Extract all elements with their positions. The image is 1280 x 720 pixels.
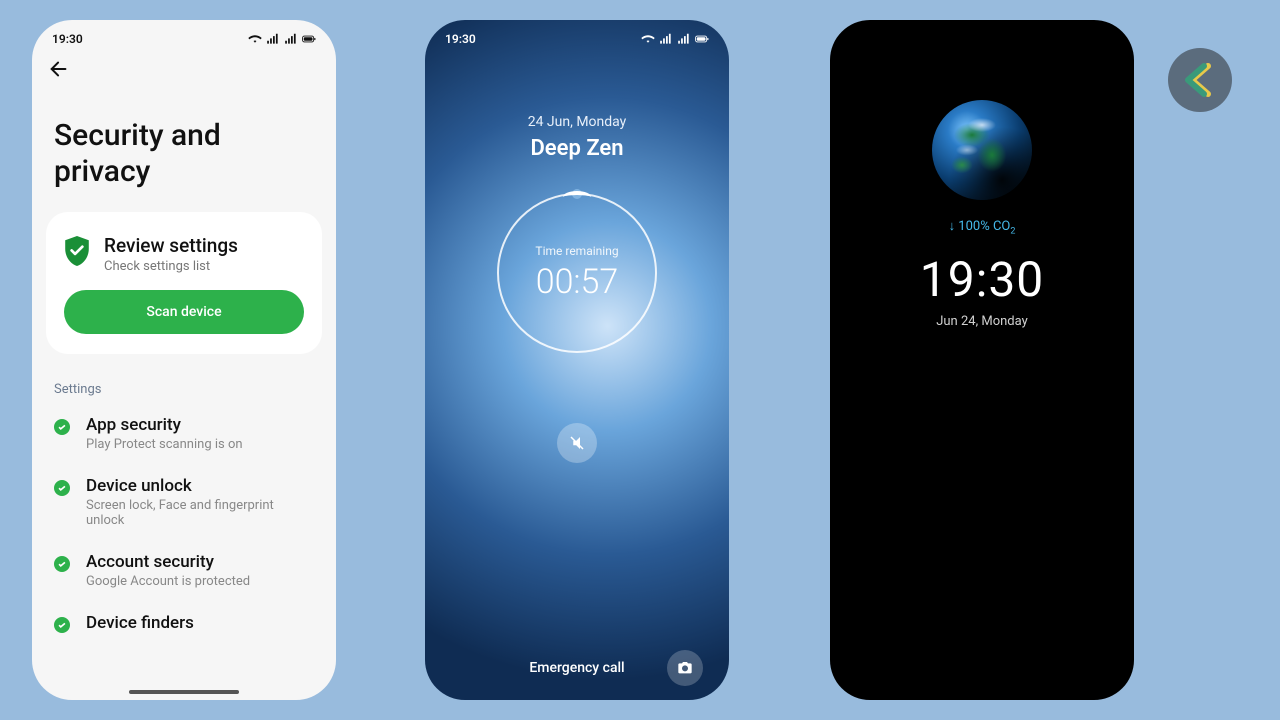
check-icon	[54, 480, 70, 496]
phone-security-privacy: 19:30 Security and privacy Review settin…	[32, 20, 336, 700]
settings-item-device-finders[interactable]: Device finders	[32, 601, 336, 645]
signal-icon	[266, 32, 280, 46]
aod-date: Jun 24, Monday	[830, 314, 1134, 329]
shield-check-icon	[64, 236, 90, 266]
battery-icon	[302, 32, 316, 46]
status-icons	[641, 32, 709, 46]
battery-icon	[695, 32, 709, 46]
signal-icon-2	[677, 32, 691, 46]
statusbar: 19:30	[425, 20, 729, 50]
countdown-ring: Time remaining 00:57	[497, 193, 657, 353]
item-title: App security	[86, 415, 243, 435]
phone-zen-mode: 19:30 24 Jun, Monday Deep Zen Time remai…	[425, 20, 729, 700]
wifi-icon	[641, 32, 655, 46]
camera-button[interactable]	[667, 650, 703, 686]
item-title: Device unlock	[86, 476, 314, 496]
wifi-icon	[248, 32, 262, 46]
item-subtitle: Play Protect scanning is on	[86, 437, 243, 452]
chevron-left-logo-icon	[1180, 60, 1220, 100]
arrow-left-icon	[48, 58, 70, 80]
home-indicator[interactable]	[129, 690, 239, 694]
phone-always-on-display: ↓ 100% CO2 19:30 Jun 24, Monday	[830, 20, 1134, 700]
section-label: Settings	[32, 354, 336, 403]
earth-icon	[932, 100, 1032, 200]
review-title: Review settings	[104, 234, 238, 257]
settings-item-app-security[interactable]: App security Play Protect scanning is on	[32, 403, 336, 464]
zen-date: 24 Jun, Monday	[425, 114, 729, 130]
page-title: Security and privacy	[32, 92, 336, 212]
statusbar: 19:30	[32, 20, 336, 50]
item-title: Account security	[86, 552, 250, 572]
watermark-logo	[1168, 48, 1232, 112]
co2-indicator: ↓ 100% CO2	[830, 218, 1134, 237]
aod-time: 19:30	[830, 251, 1134, 308]
status-time: 19:30	[52, 32, 83, 46]
review-subtitle: Check settings list	[104, 259, 238, 274]
remaining-label: Time remaining	[535, 244, 618, 258]
item-title: Device finders	[86, 613, 194, 633]
item-subtitle: Screen lock, Face and fingerprint unlock	[86, 498, 314, 528]
settings-item-device-unlock[interactable]: Device unlockScreen lock, Face and finge…	[32, 464, 336, 540]
signal-icon	[659, 32, 673, 46]
mute-icon	[568, 434, 586, 452]
mute-button[interactable]	[557, 423, 597, 463]
back-button[interactable]	[32, 50, 336, 92]
status-time: 19:30	[445, 32, 476, 46]
review-row[interactable]: Review settings Check settings list	[64, 234, 304, 274]
status-icons	[248, 32, 316, 46]
emergency-call-button[interactable]: Emergency call	[529, 660, 624, 676]
settings-item-account-security[interactable]: Account security Google Account is protec…	[32, 540, 336, 601]
zen-mode-title: Deep Zen	[425, 136, 729, 161]
check-icon	[54, 556, 70, 572]
check-icon	[54, 419, 70, 435]
remaining-time: 00:57	[536, 262, 619, 302]
item-subtitle: Google Account is protected	[86, 574, 250, 589]
check-icon	[54, 617, 70, 633]
scan-device-button[interactable]: Scan device	[64, 290, 304, 334]
camera-icon	[677, 660, 693, 676]
signal-icon-2	[284, 32, 298, 46]
review-card: Review settings Check settings list Scan…	[46, 212, 322, 354]
